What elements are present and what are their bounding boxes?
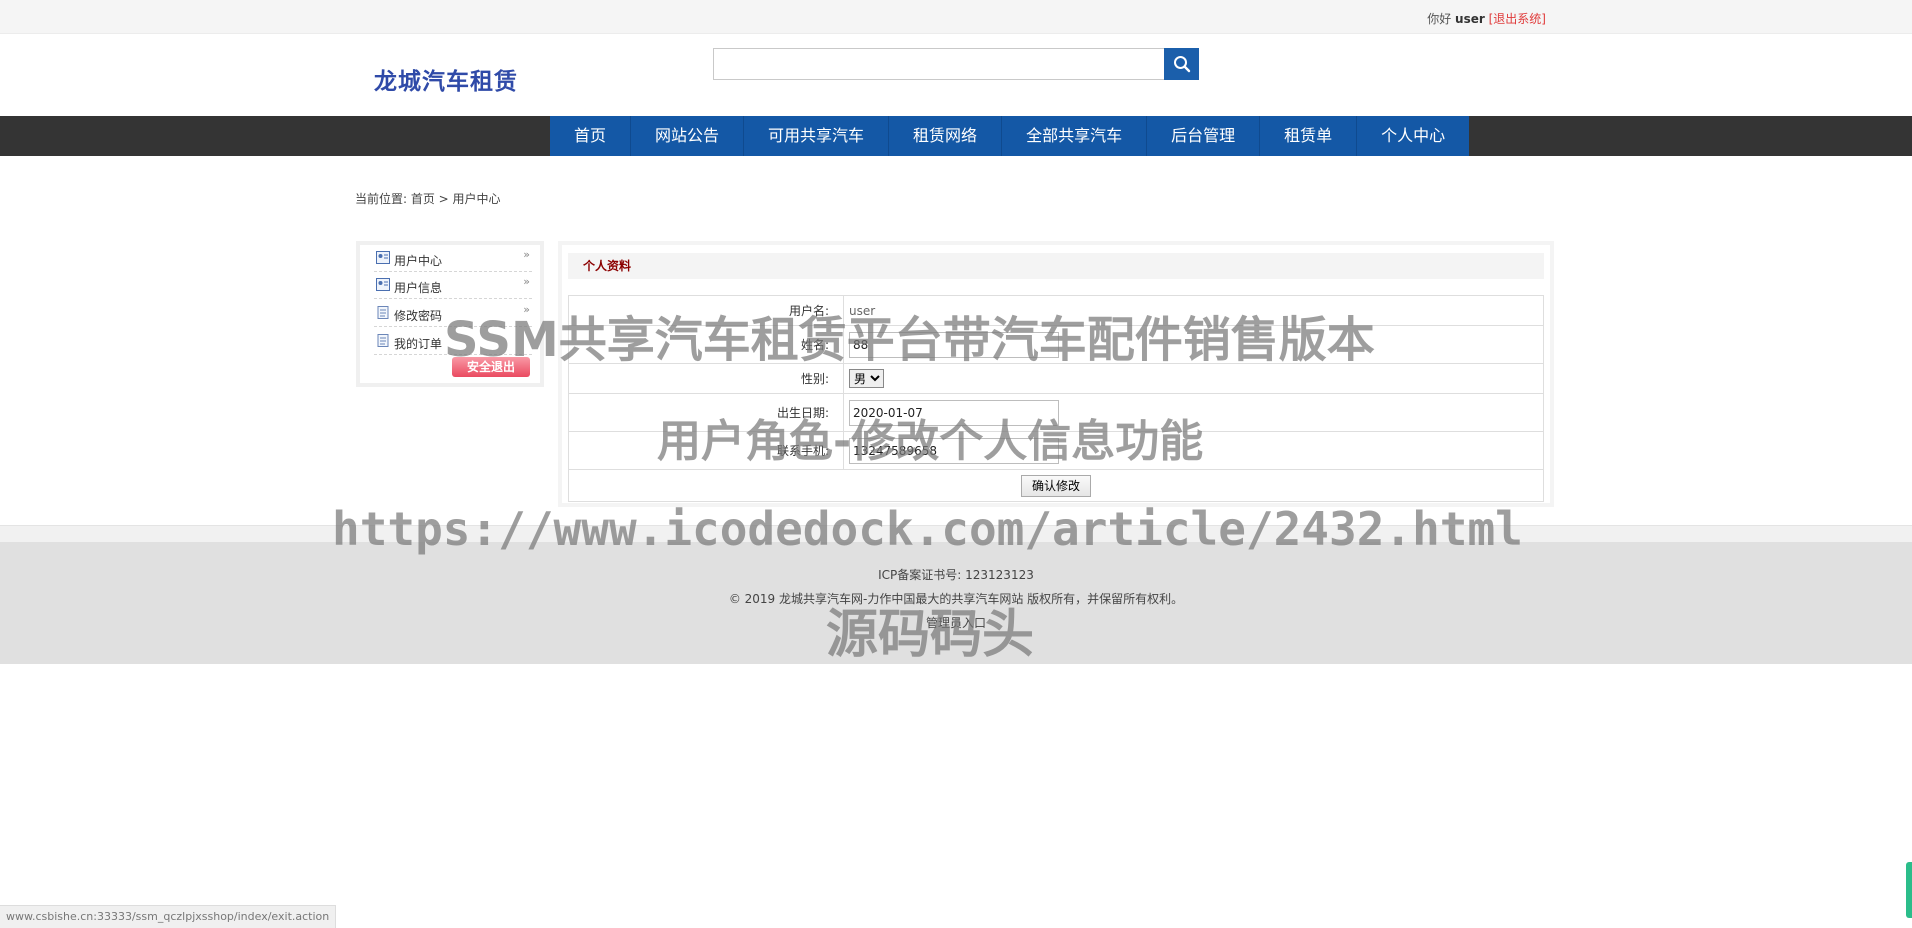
header: 龙城汽车租赁 [0,34,1912,116]
user-card-icon [376,278,390,291]
nav-item-announcements[interactable]: 网站公告 [631,116,745,156]
double-chevron-icon: » [523,248,530,261]
form-row: 联系手机: [568,431,1544,470]
sidebar-item-label: 用户信息 [394,281,443,295]
nav-item-personal-center[interactable]: 个人中心 [1357,116,1469,156]
sidebar-item-change-password[interactable]: 修改密码 » [374,300,532,327]
birth-date-input[interactable] [849,399,1059,426]
name-label: 姓名: [568,325,844,364]
profile-form: 用户名: user 姓名: 性别: 男 出生日期: 联系手机: 确认修改 [568,295,1544,502]
sidebar-item-user-info[interactable]: 用户信息 » [374,272,532,299]
submit-cell: 确认修改 [568,469,1544,502]
nav-item-rental-network[interactable]: 租赁网络 [889,116,1003,156]
phone-cell [843,431,1544,470]
name-input[interactable] [849,331,1059,358]
safe-exit-button[interactable]: 安全退出 [452,357,530,377]
user-card-icon [376,251,390,264]
birth-date-label: 出生日期: [568,393,844,432]
search-input[interactable] [713,48,1165,80]
phone-input[interactable] [849,437,1059,464]
greeting-text: 你好 [1427,12,1452,26]
username-label: 用户名: [568,295,844,326]
gender-cell: 男 [843,363,1544,394]
footer: ICP备案证书号: 123123123 © 2019 龙城共享汽车网-力作中国最… [0,542,1912,664]
nav-menu: 首页 网站公告 可用共享汽车 租赁网络 全部共享汽车 后台管理 租赁单 个人中心 [550,116,1470,156]
user-area: 你好 user [退出系统] [1427,10,1546,27]
nav-item-all-cars[interactable]: 全部共享汽车 [1002,116,1148,156]
confirm-modify-button[interactable]: 确认修改 [1020,474,1091,497]
footer-divider [0,525,1912,542]
sidebar-item-label: 用户中心 [394,254,443,268]
phone-label: 联系手机: [568,431,844,470]
username-text: user [1455,12,1485,26]
browser-status-bar: www.csbishe.cn:33333/ssm_qczlpjxsshop/in… [0,905,337,928]
search-icon [1173,56,1190,73]
double-chevron-icon: » [523,303,530,316]
sidebar-item-my-orders[interactable]: 我的订单 [374,328,532,355]
side-widget-tab[interactable] [1906,862,1912,918]
profile-panel: 个人资料 用户名: user 姓名: 性别: 男 出生日期: 联系手机: 确认修… [558,241,1554,507]
top-bar: 你好 user [退出系统] [0,0,1912,34]
nav-item-available-cars[interactable]: 可用共享汽车 [744,116,890,156]
gender-select[interactable]: 男 [849,369,884,388]
form-row: 确认修改 [568,469,1544,502]
sidebar-item-label: 我的订单 [394,337,443,351]
birth-date-cell [843,393,1544,432]
main-navbar: 首页 网站公告 可用共享汽车 租赁网络 全部共享汽车 后台管理 租赁单 个人中心 [0,116,1912,156]
username-value: user [843,295,1544,326]
form-row: 用户名: user [568,295,1544,326]
panel-title: 个人资料 [568,253,1544,279]
form-row: 性别: 男 [568,363,1544,394]
user-sidebar: 用户中心 » 用户信息 » 修改密码 » 我的订单 安全退出 [356,241,544,387]
breadcrumb: 当前位置: 首页 > 用户中心 [355,192,501,206]
nav-item-rental-orders[interactable]: 租赁单 [1260,116,1358,156]
double-chevron-icon: » [523,275,530,288]
form-row: 姓名: [568,325,1544,364]
nav-item-admin[interactable]: 后台管理 [1147,116,1261,156]
nav-item-home[interactable]: 首页 [550,116,632,156]
gender-label: 性别: [568,363,844,394]
document-icon [377,334,389,347]
logout-link[interactable]: [退出系统] [1489,12,1546,26]
admin-entry-link[interactable]: 管理员入口 [0,614,1912,631]
copyright-text: © 2019 龙城共享汽车网-力作中国最大的共享汽车网站 版权所有，并保留所有权… [728,592,1184,606]
form-row: 出生日期: [568,393,1544,432]
search-button[interactable] [1164,48,1199,80]
sidebar-item-label: 修改密码 [394,309,443,323]
sidebar-item-user-center[interactable]: 用户中心 » [374,245,532,272]
site-logo[interactable]: 龙城汽车租赁 [374,62,518,96]
document-icon [377,306,389,319]
name-cell [843,325,1544,364]
icp-text: ICP备案证书号: 123123123 [878,568,1034,582]
